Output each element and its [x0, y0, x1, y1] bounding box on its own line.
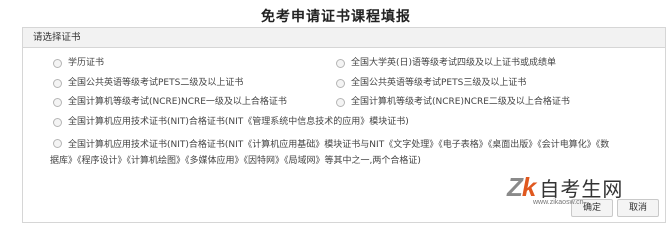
option-pets3-cert[interactable]: 全国公共英语等级考试PETS三级及以上证书	[336, 76, 526, 91]
option-education-cert[interactable]: 学历证书	[53, 56, 104, 71]
option-label: 全国计算机应用技术证书(NIT)合格证书(NIT《管理系统中信息技术的应用》模块…	[68, 117, 409, 127]
radio-button[interactable]	[336, 98, 345, 107]
radio-button[interactable]	[53, 118, 62, 127]
option-label: 全国计算机等级考试(NCRE)NCRE一级及以上合格证书	[68, 97, 287, 107]
option-ncre2-cert[interactable]: 全国计算机等级考试(NCRE)NCRE二级及以上合格证书	[336, 95, 570, 110]
option-label: 全国计算机应用技术证书(NIT)合格证书(NIT《计算机应用基础》模块证书与NI…	[50, 140, 610, 166]
option-pets2-cert[interactable]: 全国公共英语等级考试PETS二级及以上证书	[53, 76, 243, 91]
radio-button[interactable]	[336, 79, 345, 88]
watermark-logo: Zk	[507, 171, 536, 202]
option-label: 全国大学英(日)语等级考试四级及以上证书或成绩单	[351, 58, 557, 68]
radio-button[interactable]	[53, 79, 62, 88]
radio-button[interactable]	[53, 139, 62, 148]
option-label: 学历证书	[68, 58, 105, 68]
option-label: 全国公共英语等级考试PETS二级及以上证书	[68, 78, 244, 88]
page-title: 免考申请证书课程填报	[261, 9, 411, 25]
radio-button[interactable]	[53, 98, 62, 107]
option-ncre1-cert[interactable]: 全国计算机等级考试(NCRE)NCRE一级及以上合格证书	[53, 95, 287, 110]
option-label: 全国计算机等级考试(NCRE)NCRE二级及以上合格证书	[351, 97, 570, 107]
watermark-text: 自考生网	[539, 176, 624, 201]
option-cet4-cert[interactable]: 全国大学英(日)语等级考试四级及以上证书或成绩单	[336, 56, 556, 71]
option-nit-basic-cert[interactable]: 全国计算机应用技术证书(NIT)合格证书(NIT《计算机应用基础》模块证书与NI…	[50, 137, 610, 169]
radio-button[interactable]	[53, 59, 62, 68]
watermark-url: www.zikaosw.cn	[533, 199, 584, 206]
option-nit-mis-cert[interactable]: 全国计算机应用技术证书(NIT)合格证书(NIT《管理系统中信息技术的应用》模块…	[53, 115, 409, 130]
option-label: 全国公共英语等级考试PETS三级及以上证书	[351, 78, 527, 88]
radio-button[interactable]	[336, 59, 345, 68]
panel-header: 请选择证书	[23, 28, 665, 48]
